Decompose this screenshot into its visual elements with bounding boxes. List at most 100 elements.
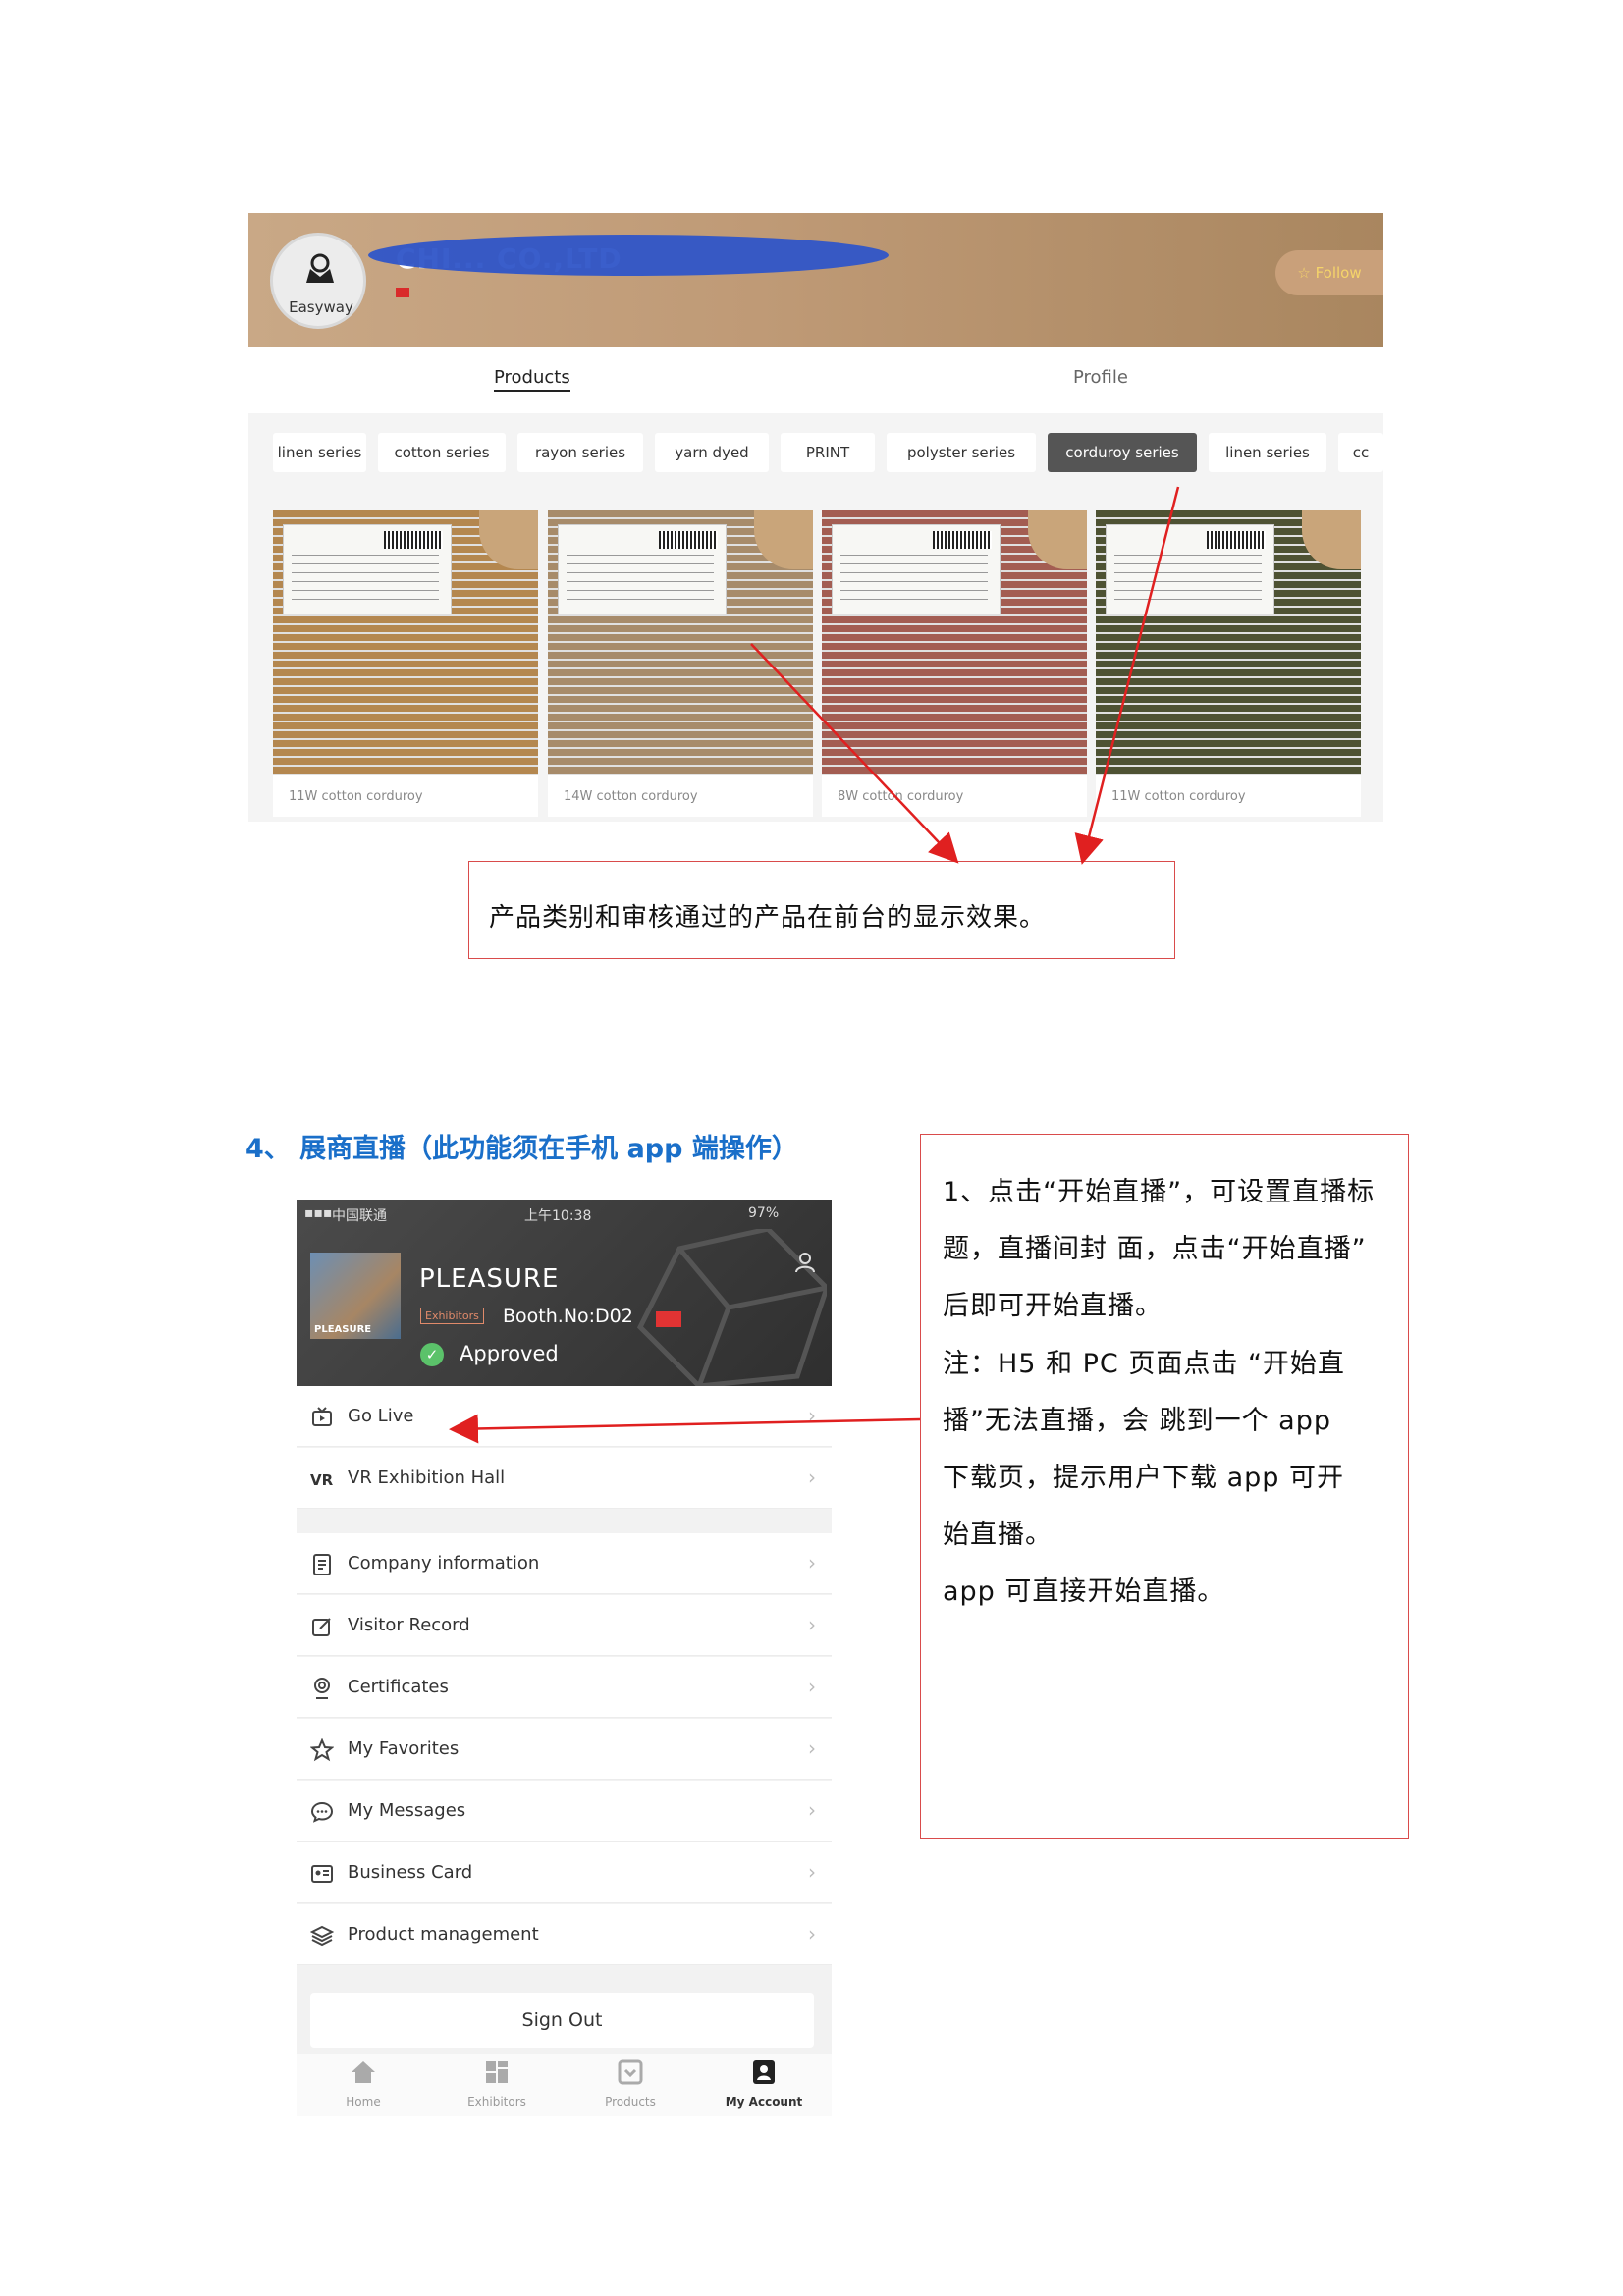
category-chip[interactable]: linen series	[273, 433, 366, 472]
product-card[interactable]: 11W cotton corduroy	[273, 510, 538, 817]
menu-item-visitor-record[interactable]: Visitor Record ›	[297, 1595, 832, 1656]
menu-item-label: My Messages	[348, 1800, 466, 1821]
tv-icon	[312, 1407, 332, 1426]
chevron-right-icon: ›	[808, 1798, 816, 1822]
nav-home[interactable]: Home	[297, 2059, 430, 2109]
product-image	[548, 510, 813, 775]
menu-item-label: Certificates	[348, 1677, 449, 1697]
svg-text:VR: VR	[310, 1471, 334, 1489]
check-icon: ✓	[420, 1343, 444, 1366]
chevron-right-icon: ›	[808, 1551, 816, 1575]
menu-item-label: My Favorites	[348, 1738, 460, 1759]
nav-label: Home	[346, 2095, 381, 2109]
product-image	[822, 510, 1087, 775]
menu-item-business-card[interactable]: Business Card ›	[297, 1842, 832, 1903]
nav-label: Exhibitors	[467, 2095, 526, 2109]
category-chip[interactable]: polyster series	[887, 433, 1036, 472]
product-image	[1096, 510, 1361, 775]
avatar: PLEASURE	[310, 1253, 401, 1339]
redaction-mark	[368, 235, 889, 276]
menu-item-my-messages[interactable]: My Messages ›	[297, 1781, 832, 1842]
product-image	[273, 510, 538, 775]
sign-out-button[interactable]: Sign Out	[310, 1993, 814, 2048]
annotation-line: 1、点击“开始直播”，可设置直播标	[943, 1177, 1376, 1207]
annotation-line: 注：H5 和 PC 页面点击 “开始直	[943, 1349, 1345, 1379]
store-banner: Easyway CHI... CO.,LTD ☆ Follow	[248, 213, 1383, 347]
menu-item-vr-exhibition-hall[interactable]: VR VR Exhibition Hall ›	[297, 1448, 832, 1509]
document-icon	[313, 1554, 331, 1575]
menu-item-my-favorites[interactable]: My Favorites ›	[297, 1719, 832, 1780]
follow-button[interactable]: ☆ Follow	[1275, 250, 1383, 295]
product-card[interactable]: 11W cotton corduroy	[1096, 510, 1361, 817]
category-chip[interactable]: cc	[1338, 433, 1383, 472]
grid-icon	[486, 2061, 508, 2083]
tab-products[interactable]: Products	[494, 367, 570, 392]
annotation-line: 后即可开始直播。	[943, 1291, 1163, 1321]
store-screenshot: Easyway CHI... CO.,LTD ☆ Follow Products…	[248, 213, 1383, 822]
home-icon	[352, 2061, 375, 2083]
award-icon	[314, 1678, 330, 1699]
nav-exhibitors[interactable]: Exhibitors	[430, 2059, 564, 2109]
star-icon: ☆	[1297, 264, 1311, 282]
nav-products[interactable]: Products	[564, 2059, 697, 2109]
crown-icon	[306, 253, 334, 283]
category-chip-active[interactable]: corduroy series	[1048, 433, 1197, 472]
star-icon	[310, 1738, 334, 1762]
chat-icon	[310, 1801, 334, 1823]
logo-text: Easyway	[289, 298, 353, 316]
chevron-right-icon: ›	[808, 1860, 816, 1884]
product-card[interactable]: 14W cotton corduroy	[548, 510, 813, 817]
category-chip[interactable]: PRINT	[781, 433, 875, 472]
category-row: linen series cotton series rayon series …	[248, 433, 1383, 478]
menu-item-go-live[interactable]: Go Live ›	[297, 1386, 832, 1447]
user-icon[interactable]	[793, 1251, 817, 1274]
product-name: 14W cotton corduroy	[564, 789, 698, 804]
menu-item-label: Business Card	[348, 1862, 473, 1883]
chevron-right-icon: ›	[808, 1466, 816, 1489]
id-card-icon	[311, 1865, 333, 1883]
follow-label: Follow	[1315, 264, 1362, 282]
nav-label: Products	[605, 2095, 656, 2109]
bottom-nav: Home Exhibitors Products My Account	[297, 2054, 832, 2116]
section-heading: 4、 展商直播（此功能须在手机 app 端操作）	[245, 1134, 798, 1164]
menu-item-label: Product management	[348, 1924, 539, 1945]
menu-item-certificates[interactable]: Certificates ›	[297, 1657, 832, 1718]
flag-icon	[656, 1311, 681, 1327]
flag-icon	[396, 288, 409, 297]
product-name: 8W cotton corduroy	[838, 789, 964, 804]
approval-status: Approved	[460, 1342, 559, 1365]
nav-label: My Account	[725, 2095, 803, 2109]
annotation-box-1: 产品类别和审核通过的产品在前台的显示效果。	[468, 861, 1175, 959]
chevron-right-icon: ›	[808, 1613, 816, 1636]
menu-item-company-information[interactable]: Company information ›	[297, 1533, 832, 1594]
store-tabs: Products Profile	[248, 347, 1383, 413]
menu-item-label: Go Live	[348, 1406, 414, 1426]
chevron-right-icon: ›	[808, 1922, 816, 1946]
nav-my-account[interactable]: My Account	[697, 2059, 831, 2109]
vr-icon: VR	[310, 1471, 334, 1489]
annotation-line: 题，直播间封 面，点击“开始直播”	[943, 1234, 1367, 1264]
tab-profile[interactable]: Profile	[1073, 367, 1128, 388]
annotation-line: 播”无法直播，会 跳到一个 app	[943, 1406, 1331, 1436]
edit-icon	[312, 1618, 331, 1636]
product-card[interactable]: 8W cotton corduroy	[822, 510, 1087, 817]
product-name: 11W cotton corduroy	[289, 789, 423, 804]
category-chip[interactable]: yarn dyed	[655, 433, 769, 472]
avatar-text: PLEASURE	[314, 1324, 372, 1335]
category-chip[interactable]: cotton series	[378, 433, 506, 472]
profile-header: ▪▪▪ 中国联通 上午10:38 97% PLEASURE PLEASURE E…	[297, 1200, 832, 1386]
category-chip[interactable]: linen series	[1209, 433, 1326, 472]
layers-icon	[310, 1925, 334, 1947]
menu-item-product-management[interactable]: Product management ›	[297, 1904, 832, 1965]
exhibitor-name: PLEASURE	[419, 1264, 560, 1294]
products-icon	[618, 2059, 643, 2085]
product-name: 11W cotton corduroy	[1111, 789, 1246, 804]
chevron-right-icon: ›	[808, 1675, 816, 1698]
chevron-right-icon: ›	[808, 1736, 816, 1760]
booth-number: Booth.No:D02	[503, 1306, 633, 1327]
signal-icon: ▪▪▪	[304, 1205, 333, 1221]
company-logo: Easyway	[270, 233, 366, 329]
menu-item-label: VR Exhibition Hall	[348, 1468, 506, 1488]
battery-level: 97%	[748, 1205, 780, 1221]
category-chip[interactable]: rayon series	[517, 433, 643, 472]
